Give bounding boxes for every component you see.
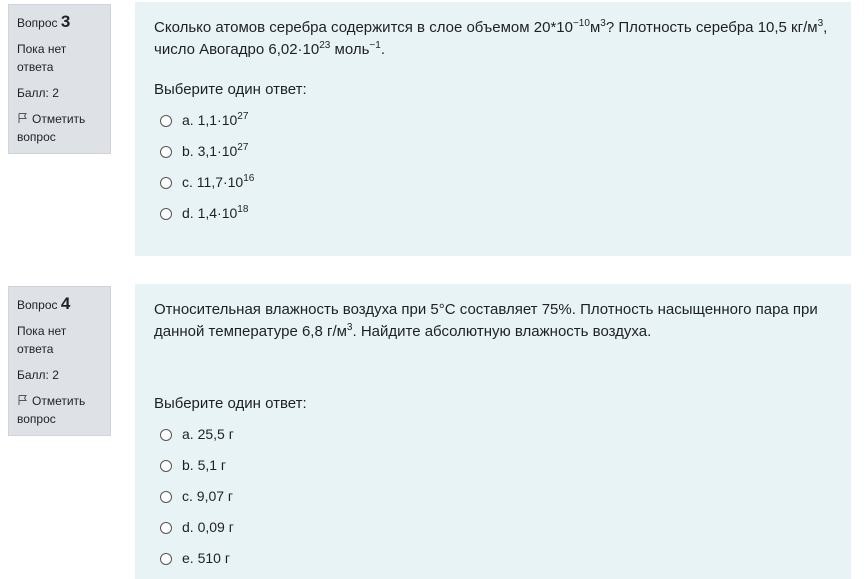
radio-button[interactable] (160, 176, 172, 189)
answer-option[interactable]: b. 3,1·1027 (154, 136, 832, 167)
answer-option-label[interactable]: c. 9,07 г (182, 481, 233, 512)
question-grade: Балл: 2 (17, 86, 59, 100)
flag-question-button[interactable]: Отметить вопрос (17, 392, 102, 428)
answer-option[interactable]: a. 25,5 г (154, 419, 832, 450)
answer-option-label[interactable]: b. 3,1·1027 (182, 136, 248, 167)
question-text: Относительная влажность воздуха при 5°С … (154, 301, 818, 340)
radio-button[interactable] (160, 521, 172, 534)
answer-prompt: Выберите один ответ: (154, 81, 307, 98)
flag-question-button[interactable]: Отметить вопрос (17, 110, 102, 146)
radio-button[interactable] (160, 114, 172, 127)
answer-option-label[interactable]: e. 510 г (182, 543, 230, 574)
question-state: Пока нет ответа (17, 42, 67, 74)
answer-option[interactable]: d. 1,4·1018 (154, 198, 832, 229)
flag-icon (18, 113, 27, 123)
question-4: Вопрос 4 Пока нет ответа Балл: 2 Отметит… (0, 282, 864, 579)
answer-option-label[interactable]: d. 1,4·1018 (182, 198, 248, 229)
question-number: 3 (60, 12, 71, 31)
question-number: 4 (60, 294, 71, 313)
question-info: Вопрос 3 Пока нет ответа Балл: 2 Отметит… (8, 4, 111, 154)
question-grade: Балл: 2 (17, 368, 59, 382)
answer-option[interactable]: a. 1,1·1027 (154, 105, 832, 136)
radio-button[interactable] (160, 145, 172, 158)
flag-icon (18, 395, 27, 405)
radio-button[interactable] (160, 207, 172, 220)
question-info: Вопрос 4 Пока нет ответа Балл: 2 Отметит… (8, 286, 111, 436)
answer-option[interactable]: c. 11,7·1016 (154, 167, 832, 198)
question-label: Вопрос (17, 298, 58, 312)
question-number-line: Вопрос 3 (17, 11, 102, 34)
answer-option-label[interactable]: d. 0,09 г (182, 512, 234, 543)
radio-button[interactable] (160, 552, 172, 565)
radio-button[interactable] (160, 428, 172, 441)
radio-button[interactable] (160, 490, 172, 503)
answer-option-label[interactable]: c. 11,7·1016 (182, 167, 254, 198)
answer-option[interactable]: d. 0,09 г (154, 512, 832, 543)
answer-option-label[interactable]: a. 1,1·1027 (182, 105, 248, 136)
question-content: Сколько атомов серебра содержится в слое… (135, 2, 851, 256)
answer-option[interactable]: c. 9,07 г (154, 481, 832, 512)
answer-option[interactable]: e. 510 г (154, 543, 832, 574)
answer-list: a. 1,1·1027 b. 3,1·1027 c. 11,7·1016 d. 1,4… (154, 105, 832, 229)
question-content: Относительная влажность воздуха при 5°С … (135, 284, 851, 579)
answer-prompt: Выберите один ответ: (154, 395, 307, 412)
radio-button[interactable] (160, 459, 172, 472)
question-text: Сколько атомов серебра содержится в слое… (154, 18, 828, 59)
question-3: Вопрос 3 Пока нет ответа Балл: 2 Отметит… (0, 0, 864, 256)
answer-option[interactable]: b. 5,1 г (154, 450, 832, 481)
question-state: Пока нет ответа (17, 324, 67, 356)
question-number-line: Вопрос 4 (17, 293, 102, 316)
answer-option-label[interactable]: b. 5,1 г (182, 450, 226, 481)
answer-option-label[interactable]: a. 25,5 г (182, 419, 234, 450)
question-label: Вопрос (17, 16, 58, 30)
answer-list: a. 25,5 г b. 5,1 г c. 9,07 г d. 0,09 г e. 51… (154, 419, 832, 574)
